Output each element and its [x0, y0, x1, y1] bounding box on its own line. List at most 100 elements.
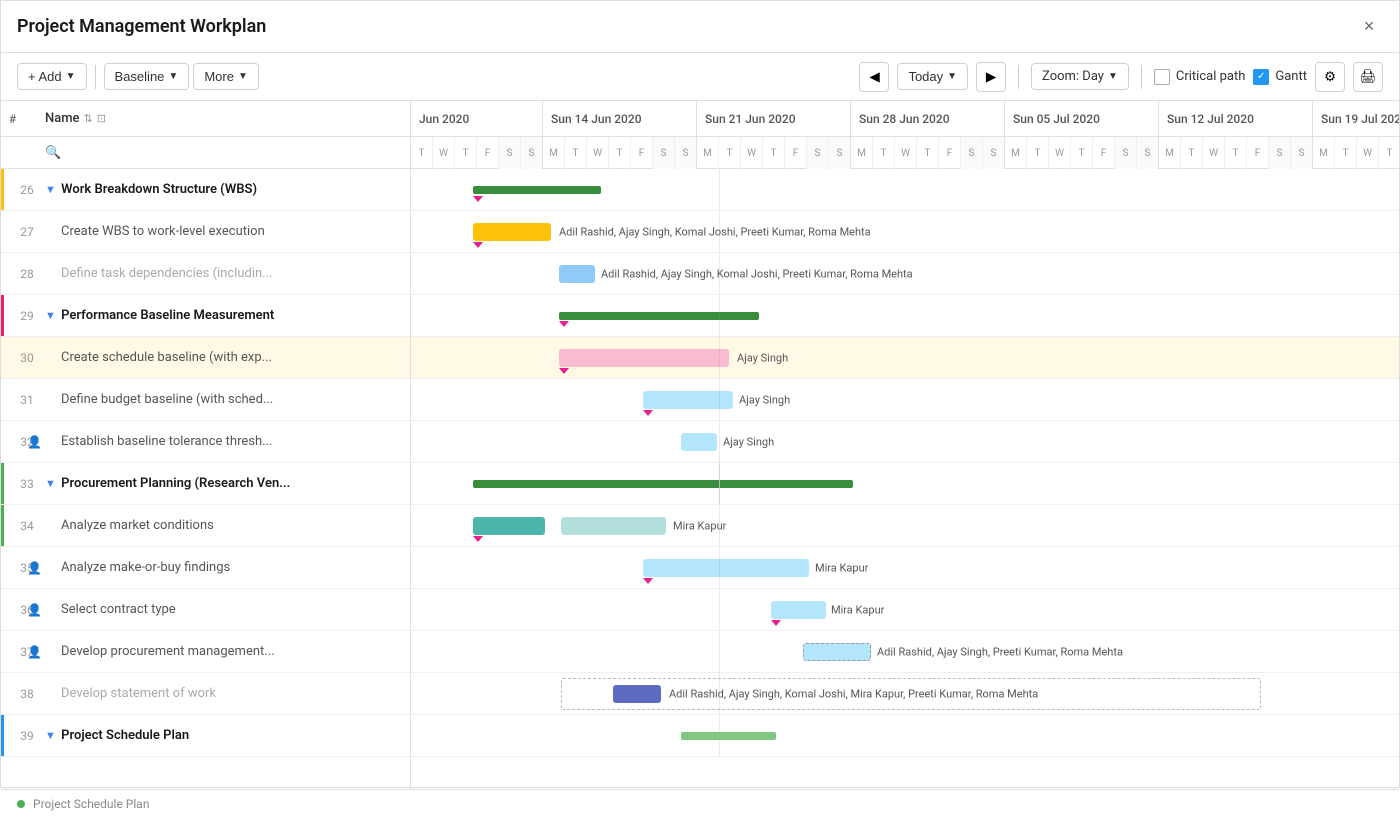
week-label: Sun 05 Jul 2020 [1005, 101, 1159, 136]
next-icon: ▶ [986, 69, 996, 85]
critical-path-toggle[interactable]: Critical path [1154, 69, 1246, 85]
footer: Project Schedule Plan [1, 789, 1399, 817]
week-label: Sun 21 Jun 2020 [697, 101, 851, 136]
person-icon: 👤 [27, 645, 42, 659]
gantt-bar [681, 433, 717, 451]
row-label: Develop procurement management... [45, 644, 402, 659]
sort-icon[interactable]: ⇅ [84, 112, 93, 125]
day-label: T [411, 137, 433, 169]
gantt-toggle[interactable]: ✓ Gantt [1253, 69, 1307, 85]
day-label: T [873, 137, 895, 169]
day-label: T [565, 137, 587, 169]
arrow-down-icon [473, 242, 483, 248]
gantt-row-27: Adil Rashid, Ajay Singh, Komal Joshi, Pr… [411, 211, 1399, 253]
search-row: 🔍 [1, 137, 410, 169]
next-button[interactable]: ▶ [976, 62, 1006, 92]
day-label: T [1335, 137, 1357, 169]
gantt-bar [473, 223, 551, 241]
gantt-bar [559, 265, 595, 283]
add-button[interactable]: + Add ▼ [17, 63, 87, 90]
task-row: 👤 36 Select contract type [1, 589, 410, 631]
print-button[interactable]: 🖨 [1353, 62, 1383, 92]
gantt-checkbox[interactable]: ✓ [1253, 69, 1269, 85]
day-label: S [1291, 137, 1313, 169]
zoom-select[interactable]: Zoom: Day ▼ [1031, 63, 1129, 90]
toolbar-left: + Add ▼ Baseline ▼ More ▼ [17, 63, 259, 90]
day-label: S [653, 137, 675, 169]
gantt-bar [643, 559, 809, 577]
day-label: F [631, 137, 653, 169]
expand-col-icon[interactable]: ⊡ [97, 112, 106, 125]
gantt-row-29 [411, 295, 1399, 337]
row-label: Create schedule baseline (with exp... [45, 350, 402, 365]
gantt-bar [771, 601, 826, 619]
row-number: 33 [9, 477, 45, 491]
day-label: S [675, 137, 697, 169]
day-label: W [1203, 137, 1225, 169]
day-label: W [433, 137, 455, 169]
baseline-chevron-icon: ▼ [168, 71, 178, 82]
expand-icon[interactable]: ▼ [45, 183, 56, 196]
gantt-row-32: Ajay Singh [411, 421, 1399, 463]
day-label: S [961, 137, 983, 169]
arrow-down-icon [473, 536, 483, 542]
gantt-bar-label: Mira Kapur [831, 603, 884, 616]
row-number: 34 [9, 519, 45, 533]
zoom-chevron-icon: ▼ [1108, 71, 1118, 82]
baseline-button[interactable]: Baseline ▼ [104, 63, 190, 90]
person-icon: 👤 [27, 603, 42, 617]
task-row: 29 ▼ Performance Baseline Measurement [1, 295, 410, 337]
gantt-rows-container: Adil Rashid, Ajay Singh, Komal Joshi, Pr… [411, 169, 1399, 757]
day-label: F [1093, 137, 1115, 169]
day-label: M [1313, 137, 1335, 169]
row-label: Select contract type [45, 602, 402, 617]
task-row: 28 Define task dependencies (includin... [1, 253, 410, 295]
expand-icon[interactable]: ▼ [45, 729, 56, 742]
gantt-bar-label: Mira Kapur [815, 561, 868, 574]
today-button[interactable]: Today ▼ [897, 63, 968, 90]
row-label: Analyze market conditions [45, 518, 402, 533]
week-label: Sun 12 Jul 2020 [1159, 101, 1313, 136]
arrow-down-icon [559, 368, 569, 374]
gantt-bar-label: Adil Rashid, Ajay Singh, Komal Joshi, Pr… [559, 225, 871, 238]
timeline-days-row: T W T F S S M T W T F S S [411, 137, 1399, 169]
expand-icon[interactable]: ▼ [45, 477, 56, 490]
gantt-row-34: Mira Kapur [411, 505, 1399, 547]
gantt-bar-label: Adil Rashid, Ajay Singh, Komal Joshi, Mi… [669, 687, 1038, 700]
name-col-header: Name ⇅ ⊡ [45, 111, 402, 126]
app-title: Project Management Workplan [17, 16, 266, 37]
close-button[interactable]: × [1355, 13, 1383, 41]
row-label: ▼ Work Breakdown Structure (WBS) [45, 182, 402, 197]
day-label: W [1049, 137, 1071, 169]
gantt-row-35: Mira Kapur [411, 547, 1399, 589]
expand-icon[interactable]: ▼ [45, 309, 56, 322]
gantt-row-39 [411, 715, 1399, 757]
task-list: 26 ▼ Work Breakdown Structure (WBS) 27 C… [1, 169, 410, 789]
settings-button[interactable]: ⚙ [1315, 62, 1345, 92]
baseline-label: Baseline [115, 69, 165, 84]
row-color-bar [1, 505, 4, 546]
day-label: F [785, 137, 807, 169]
gantt-bar [473, 517, 545, 535]
day-label: S [807, 137, 829, 169]
settings-icon: ⚙ [1324, 69, 1336, 85]
search-input[interactable] [45, 145, 402, 160]
row-number: 29 [9, 309, 45, 323]
gantt-panel[interactable]: Jun 2020 Sun 14 Jun 2020 Sun 21 Jun 2020… [411, 101, 1399, 789]
row-label: Define task dependencies (includin... [45, 266, 402, 281]
critical-path-checkbox[interactable] [1154, 69, 1170, 85]
day-label: T [719, 137, 741, 169]
gantt-row-30: Ajay Singh [411, 337, 1399, 379]
gantt-row-26 [411, 169, 1399, 211]
gantt-bar-label: Ajay Singh [723, 435, 774, 448]
footer-item: Project Schedule Plan [33, 797, 149, 811]
day-label: W [895, 137, 917, 169]
task-row: 31 Define budget baseline (with sched... [1, 379, 410, 421]
prev-button[interactable]: ◀ [859, 62, 889, 92]
today-chevron-icon: ▼ [947, 71, 957, 82]
more-button[interactable]: More ▼ [193, 63, 259, 90]
week-label: Sun 19 Jul 2020 [1313, 101, 1399, 136]
gantt-bar-label: Adil Rashid, Ajay Singh, Komal Joshi, Pr… [601, 267, 913, 280]
more-label: More [204, 69, 234, 84]
footer-status-dot [17, 800, 25, 808]
